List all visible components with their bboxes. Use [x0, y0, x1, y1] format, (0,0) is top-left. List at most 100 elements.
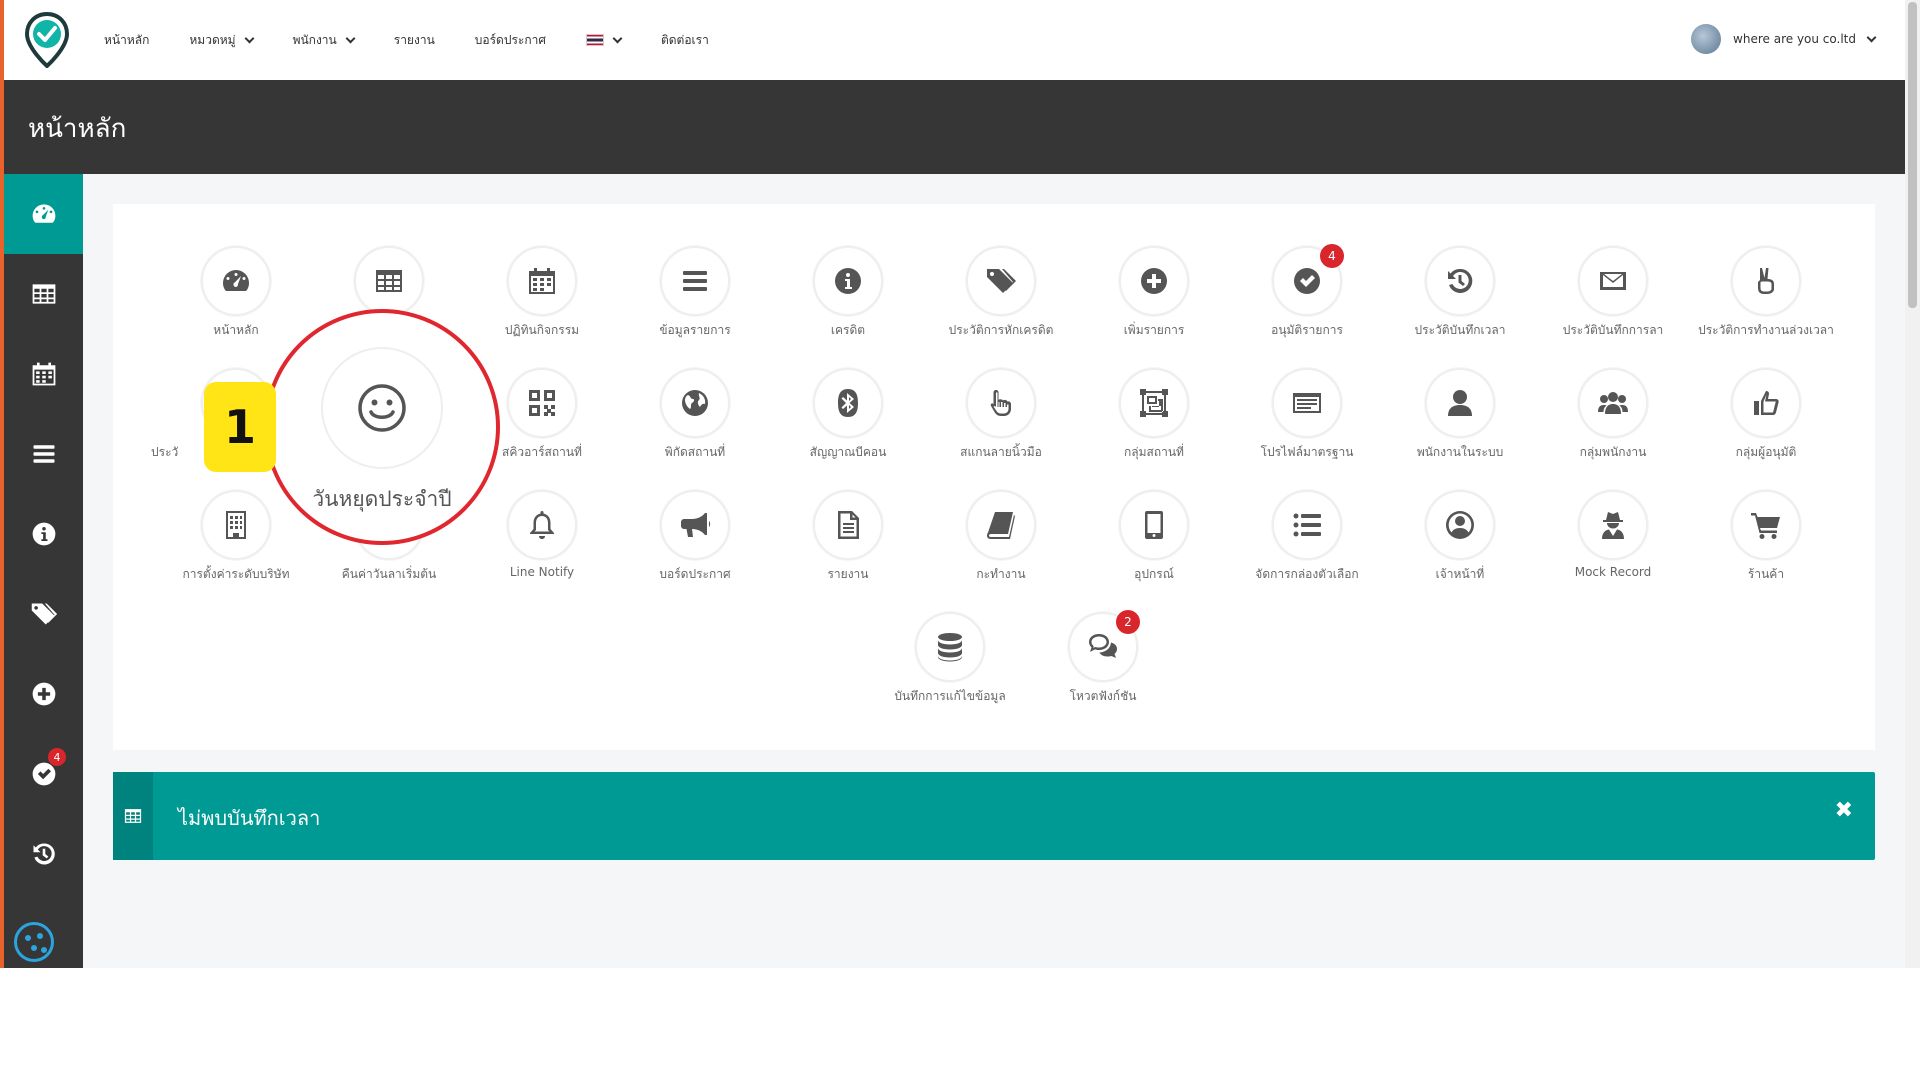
tile-vote-function[interactable]: 2 โหวตฟังก์ชัน: [1028, 600, 1178, 710]
tile-circle: [1578, 246, 1648, 316]
tile-label: หน้าหลัก: [213, 323, 259, 337]
sidebar-item-table[interactable]: [4, 254, 83, 334]
tile-location-coords[interactable]: พิกัดสถานที่: [620, 356, 770, 466]
tile-system-employees[interactable]: พนักงานในระบบ: [1385, 356, 1535, 466]
sidebar-item-dashboard[interactable]: [4, 174, 83, 254]
nav-reports[interactable]: รายงาน: [394, 31, 435, 50]
tile-circle: [660, 246, 730, 316]
thumbs-up-icon: [1754, 391, 1779, 415]
tags-icon: [31, 603, 57, 625]
tile-announcement-board[interactable]: บอร์ดประกาศ: [620, 478, 770, 588]
tile-location-group[interactable]: กลุ่มสถานที่: [1079, 356, 1229, 466]
tile-mock-record[interactable]: Mock Record: [1538, 478, 1688, 588]
sidebar-item-info[interactable]: [4, 494, 83, 574]
tile-shop[interactable]: ร้านค้า: [1691, 478, 1841, 588]
tile-beacon[interactable]: สัญญาณบีคอน: [773, 356, 923, 466]
nav-categories[interactable]: หมวดหมู่: [189, 31, 255, 50]
tile-manage-options[interactable]: จัดการกล่องตัวเลือก: [1232, 478, 1382, 588]
tile-badge: 2: [1116, 610, 1140, 634]
app-logo-icon[interactable]: [24, 12, 70, 68]
table-icon: [376, 270, 402, 292]
tile-label: ประวั: [151, 445, 179, 459]
tile-circle: [507, 368, 577, 438]
main-nav: หน้าหลัก หมวดหมู่ พนักงาน รายงาน บอร์ดปร…: [104, 0, 749, 80]
tile-label: ประวัติการทำงานล่วงเวลา: [1698, 323, 1834, 337]
user-menu[interactable]: where are you co.ltd: [1691, 24, 1877, 54]
table-icon: [32, 284, 55, 304]
nav-employees-label: พนักงาน: [292, 32, 337, 47]
tile-time-history[interactable]: ประวัติบันทึกเวลา: [1385, 234, 1535, 344]
annual-holiday-label: วันหยุดประจำปี: [312, 487, 452, 511]
nav-contact[interactable]: ติดต่อเรา: [661, 31, 709, 50]
tile-circle: [1119, 246, 1189, 316]
thai-flag-icon: [585, 34, 604, 46]
chevron-down-icon: [1866, 32, 1877, 42]
tile-standard-profile[interactable]: โปรไฟล์มาตรฐาน: [1232, 356, 1382, 466]
tile-employee-groups[interactable]: กลุ่มพนักงาน: [1538, 356, 1688, 466]
approve-badge: 4: [48, 748, 66, 766]
tile-fingerprint-scan[interactable]: สแกนลายนิ้วมือ: [926, 356, 1076, 466]
info-icon: [835, 268, 861, 294]
tile-staff[interactable]: เจ้าหน้าที่: [1385, 478, 1535, 588]
sidebar-item-list[interactable]: [4, 414, 83, 494]
cookie-settings-icon[interactable]: [14, 922, 54, 962]
tile-circle: [1119, 368, 1189, 438]
sidebar-item-history[interactable]: [4, 814, 83, 894]
alert-icon-box: [113, 772, 153, 860]
tags-icon: [987, 269, 1016, 293]
bell-icon: [530, 511, 554, 539]
bullhorn-icon: [681, 513, 711, 537]
language-selector[interactable]: [585, 33, 623, 46]
tile-credit[interactable]: เครดิต: [773, 234, 923, 344]
tile-circle: [1731, 368, 1801, 438]
tile-device[interactable]: อุปกรณ์: [1079, 478, 1229, 588]
alert-message: ไม่พบบันทึกเวลา: [178, 806, 321, 830]
sidebar-item-calendar[interactable]: [4, 334, 83, 414]
globe-icon: [682, 390, 708, 416]
tile-circle: [354, 246, 424, 316]
book-icon: [987, 512, 1015, 539]
tile-credit-history[interactable]: ประวัติการหักเครดิต: [926, 234, 1076, 344]
nav-announcements[interactable]: บอร์ดประกาศ: [475, 31, 546, 50]
tile-work-shift[interactable]: กะทำงาน: [926, 478, 1076, 588]
tile-report[interactable]: รายงาน: [773, 478, 923, 588]
nav-home[interactable]: หน้าหลัก: [104, 31, 149, 50]
tile-circle: [660, 490, 730, 560]
tile-overtime-history[interactable]: ประวัติการทำงานล่วงเวลา: [1691, 234, 1841, 344]
scrollbar-thumb[interactable]: [1908, 2, 1917, 308]
sidebar-item-approve[interactable]: 4: [4, 734, 83, 814]
user-circle-icon: [1446, 511, 1474, 539]
tile-leave-history[interactable]: ประวัติบันทึกการลา: [1538, 234, 1688, 344]
tile-add-item[interactable]: เพิ่มรายการ: [1079, 234, 1229, 344]
list-icon: [683, 271, 707, 291]
hand-pointer-icon: [990, 390, 1011, 416]
plus-circle-icon: [32, 682, 55, 706]
tile-circle: [1119, 490, 1189, 560]
tile-circle: [813, 246, 883, 316]
tutorial-step-badge: 1: [204, 382, 276, 472]
sidebar: 4: [0, 174, 83, 968]
tile-badge: 4: [1320, 244, 1344, 268]
tile-circle: [321, 347, 443, 469]
tutorial-highlight-annual-holiday[interactable]: วันหยุดประจำปี: [264, 309, 500, 545]
smile-icon: [358, 384, 406, 432]
nav-reports-label: รายงาน: [393, 32, 435, 47]
tile-activity-calendar[interactable]: ปฏิทินกิจกรรม: [467, 234, 617, 344]
nav-employees[interactable]: พนักงาน: [292, 31, 356, 50]
tile-item-data[interactable]: ข้อมูลรายการ: [620, 234, 770, 344]
close-icon[interactable]: ✖: [1835, 798, 1853, 823]
nav-announcements-label: บอร์ดประกาศ: [474, 32, 546, 47]
top-navbar: หน้าหลัก หมวดหมู่ พนักงาน รายงาน บอร์ดปร…: [0, 0, 1905, 80]
tile-edit-log[interactable]: บันทึกการแก้ไขข้อมูล: [875, 600, 1025, 710]
tile-circle: [966, 246, 1036, 316]
database-icon: [938, 633, 962, 662]
bluetooth-icon: [838, 389, 858, 417]
sidebar-item-tags[interactable]: [4, 574, 83, 654]
tile-label: ร้านค้า: [1747, 567, 1785, 581]
tile-approver-groups[interactable]: กลุ่มผู้อนุมัติ: [1691, 356, 1841, 466]
chevron-down-icon: [244, 33, 255, 43]
tile-approve-items[interactable]: 4 อนุมัติรายการ: [1232, 234, 1382, 344]
sidebar-item-add[interactable]: [4, 654, 83, 734]
info-icon: [32, 522, 55, 546]
tile-home[interactable]: หน้าหลัก: [161, 234, 311, 344]
